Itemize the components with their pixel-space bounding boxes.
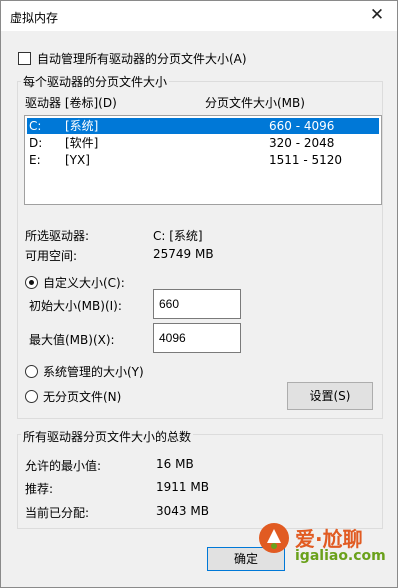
auto-manage-label: 自动管理所有驱动器的分页文件大小(A) [37,52,247,66]
watermark-logo-icon [259,523,289,553]
no-paging-file-label: 无分页文件(N) [43,390,122,404]
system-managed-label: 系统管理的大小(Y) [43,365,144,379]
max-size-input[interactable] [153,323,241,353]
drive-size: 1511 - 5120 [269,153,343,167]
currently-allocated-value: 3043 MB [156,504,209,518]
selected-drive-label: 所选驱动器: [25,229,90,243]
custom-size-radio[interactable]: 自定义大小(C): [25,274,125,291]
drive-list-header: 驱动器 [卷标](D) 分页文件大小(MB) [25,94,370,112]
title-bar: 虚拟内存 ✕ [1,1,397,31]
auto-manage-checkbox[interactable]: 自动管理所有驱动器的分页文件大小(A) [18,50,247,67]
min-allowed-label: 允许的最小值: [25,459,102,473]
selected-drive-value: C: [系统] [153,229,203,243]
recommended-value: 1911 MB [156,480,209,494]
column-size: 分页文件大小(MB) [205,96,305,110]
radio-circle[interactable] [25,390,38,403]
close-icon[interactable]: ✕ [357,1,397,31]
system-managed-radio[interactable]: 系统管理的大小(Y) [25,363,144,380]
virtual-memory-dialog: 虚拟内存 ✕ 自动管理所有驱动器的分页文件大小(A) 每个驱动器的分页文件大小 … [0,0,398,588]
free-space-value: 25749 MB [153,247,214,261]
drive-label: [软件] [65,136,99,150]
checkbox-box[interactable] [18,52,31,65]
free-space-label: 可用空间: [25,249,78,263]
initial-size-label: 初始大小(MB)(I): [29,299,122,313]
list-item[interactable]: E: [YX] 1511 - 5120 [27,152,379,168]
drive-letter: C: [29,119,42,133]
custom-size-label: 自定义大小(C): [43,276,125,290]
per-drive-group-title: 每个驱动器的分页文件大小 [21,73,170,90]
recommended-label: 推荐: [25,482,54,496]
set-button[interactable]: 设置(S) [287,382,373,410]
dialog-title: 虚拟内存 [10,11,59,25]
drive-letter: E: [29,153,41,167]
column-drive: 驱动器 [卷标](D) [25,96,117,110]
watermark: 爱·尬聊 igaliao.com [257,521,397,571]
totals-group-title: 所有驱动器分页文件大小的总数 [21,428,194,445]
drive-size: 660 - 4096 [269,119,335,133]
watermark-url: igaliao.com [295,548,386,564]
radio-circle[interactable] [25,365,38,378]
initial-size-input[interactable] [153,289,241,319]
list-item[interactable]: D: [软件] 320 - 2048 [27,135,379,151]
max-size-label: 最大值(MB)(X): [29,333,115,347]
list-item[interactable]: C: [系统] 660 - 4096 [27,118,379,134]
drive-list[interactable]: C: [系统] 660 - 4096 D: [软件] 320 - 2048 E:… [24,115,382,205]
drive-label: [系统] [65,119,99,133]
no-paging-file-radio[interactable]: 无分页文件(N) [25,388,121,405]
drive-size: 320 - 2048 [269,136,335,150]
radio-circle-selected[interactable] [25,276,38,289]
min-allowed-value: 16 MB [156,457,194,471]
drive-letter: D: [29,136,43,150]
currently-allocated-label: 当前已分配: [25,506,90,520]
drive-label: [YX] [65,153,90,167]
